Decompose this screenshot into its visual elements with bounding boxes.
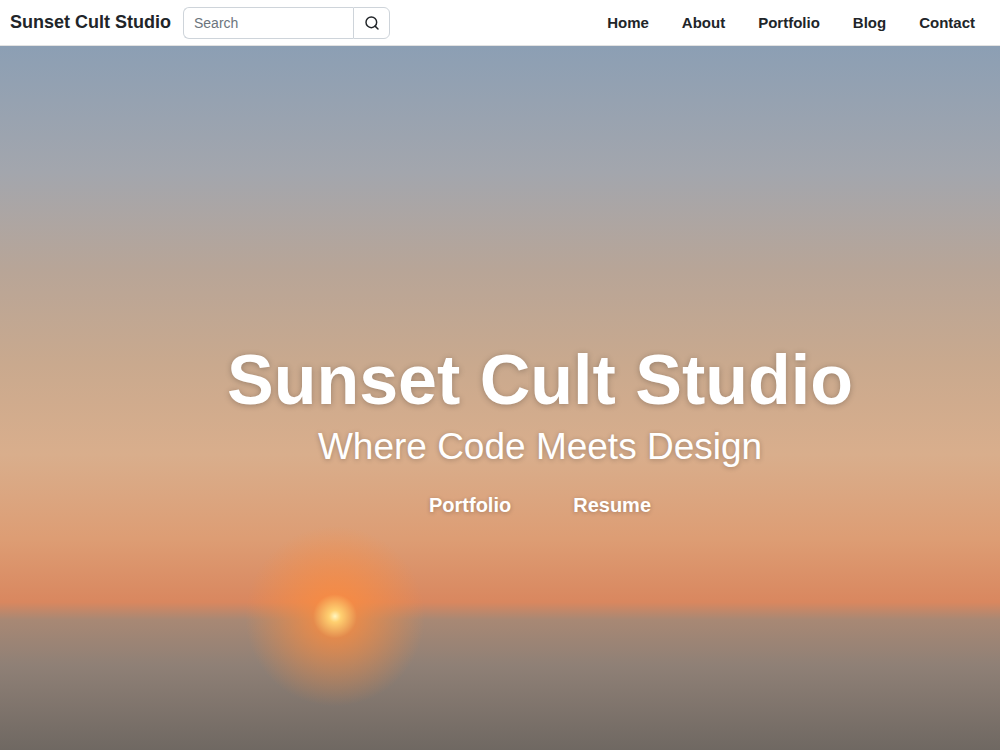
nav-link[interactable]: Contact bbox=[919, 14, 975, 31]
search-input[interactable] bbox=[183, 7, 353, 39]
brand-link[interactable]: Sunset Cult Studio bbox=[10, 12, 171, 33]
hero-button[interactable]: Portfolio bbox=[429, 490, 511, 521]
hero-title: Sunset Cult Studio bbox=[227, 340, 853, 420]
navbar: Sunset Cult Studio Home About Portfolio Blog… bbox=[0, 0, 1000, 46]
search-button[interactable] bbox=[353, 7, 390, 39]
nav-item: Portfolio bbox=[758, 14, 820, 32]
search-form bbox=[183, 7, 390, 39]
nav-link[interactable]: About bbox=[682, 14, 725, 31]
nav-links: Home About Portfolio Blog Contact bbox=[607, 14, 975, 32]
nav-link[interactable]: Home bbox=[607, 14, 649, 31]
nav-item: Contact bbox=[919, 14, 975, 32]
nav-link[interactable]: Portfolio bbox=[758, 14, 820, 31]
hero-button[interactable]: Resume bbox=[573, 490, 651, 521]
search-icon bbox=[364, 15, 380, 31]
hero-banner: Sunset Cult Studio Where Code Meets Desig… bbox=[0, 46, 1000, 750]
page: Sunset Cult Studio Home About Portfolio Blog… bbox=[0, 0, 1000, 750]
hero-subtitle: Where Code Meets Design bbox=[318, 426, 762, 468]
nav-item: Blog bbox=[853, 14, 886, 32]
nav-link[interactable]: Blog bbox=[853, 14, 886, 31]
nav-item: About bbox=[682, 14, 725, 32]
nav-item: Home bbox=[607, 14, 649, 32]
hero-buttons: Portfolio Resume bbox=[429, 490, 651, 521]
